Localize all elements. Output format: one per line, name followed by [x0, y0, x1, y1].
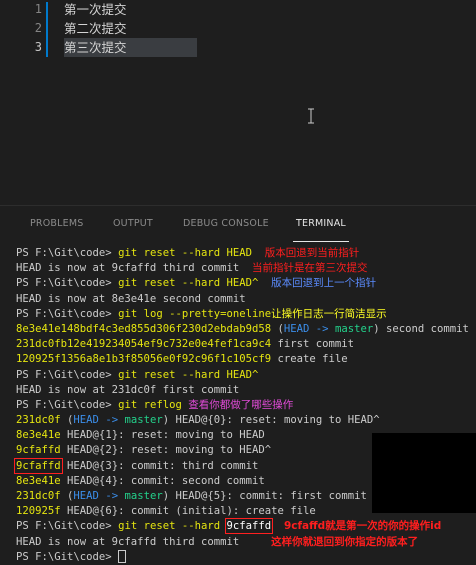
terminal-text: 120925f [16, 505, 61, 518]
terminal-text: -> [105, 490, 119, 502]
terminal-text: git reset --hard HEAD [118, 247, 252, 259]
terminal-line: 8e3e41e148bdf4c3ed855d306f230d2ebdab9d58… [16, 322, 469, 335]
redaction-block [372, 433, 476, 513]
terminal-text: HEAD is now at 9cfaffd third commit [16, 262, 240, 275]
terminal-text: HEAD@{5}: commit: first commit [175, 490, 367, 502]
terminal-text: git reset --hard [118, 520, 221, 533]
terminal-line: 231dc0fb12e419234054ef9c732e0e4fef1ca9c4… [16, 337, 476, 352]
code-line[interactable]: 第一次提交 [64, 0, 127, 19]
terminal-text: PS F:\Git\code> [16, 247, 112, 259]
code-line-selected[interactable]: 第三次提交 [64, 38, 197, 57]
terminal[interactable]: PS F:\Git\code> git reset --hard HEAD 版本… [14, 246, 476, 565]
terminal-text: HEAD@{1}: reset: moving to HEAD [67, 429, 265, 442]
terminal-line: PS F:\Git\code> git reset --hard HEAD^ [16, 368, 476, 383]
highlighted-hash: 9cfaffd [14, 457, 63, 474]
terminal-cursor [118, 550, 127, 564]
terminal-text: HEAD [73, 414, 99, 427]
terminal-text: PS F:\Git\code> [16, 277, 112, 290]
terminal-text: 231dc0f [16, 490, 61, 502]
terminal-text: PS F:\Git\code> [16, 307, 112, 320]
terminal-text: git reset --hard HEAD^ [118, 368, 259, 381]
terminal-text: PS F:\Git\code> [16, 550, 112, 563]
terminal-text: 231dc0f [16, 414, 61, 427]
terminal-text: master [124, 490, 163, 502]
terminal-text: second commit [386, 322, 469, 335]
terminal-line: HEAD is now at 9cfaffd third commit 这样你就… [16, 535, 476, 550]
terminal-text: 120925f1356a8e1b3f85056e0f92c96f1c105cf9 [16, 353, 272, 366]
annotation: 查看你都做了哪些操作 [188, 398, 294, 411]
line-number: 1 [34, 2, 42, 16]
terminal-text: HEAD@{4}: commit: second commit [67, 474, 265, 487]
terminal-text: git reset --hard HEAD^ [118, 277, 259, 290]
terminal-text: HEAD is now at 9cfaffd third commit [16, 535, 240, 548]
panel-tabs: PROBLEMS OUTPUT DEBUG CONSOLE TERMINAL [0, 214, 476, 242]
terminal-text: HEAD is now at 8e3e41e second commit [16, 292, 246, 305]
terminal-text: 231dc0fb12e419234054ef9c732e0e4fef1ca9c4 [16, 338, 272, 351]
terminal-text: HEAD@{2}: reset: moving to HEAD^ [67, 444, 272, 457]
terminal-text: HEAD [73, 490, 99, 502]
tab-debug-console[interactable]: DEBUG CONSOLE [183, 218, 269, 229]
terminal-line: PS F:\Git\code> git log --pretty=oneline… [16, 307, 476, 322]
terminal-text: HEAD@{6}: commit (initial): create file [67, 505, 316, 518]
terminal-line: PS F:\Git\code> git reset --hard HEAD 版本… [16, 246, 476, 261]
tab-output[interactable]: OUTPUT [113, 218, 153, 229]
terminal-text: 8e3e41e [16, 474, 61, 487]
terminal-text: HEAD [283, 322, 310, 335]
terminal-text: 9cfaffd [16, 444, 61, 457]
active-tab-indicator [293, 241, 349, 242]
terminal-text: -> [315, 322, 329, 335]
code-editor[interactable]: 1 2 3 第一次提交 第二次提交 第三次提交 [0, 0, 476, 205]
annotation: 版本回退到当前指针 [264, 247, 360, 259]
tab-terminal[interactable]: TERMINAL [296, 218, 346, 229]
terminal-line: 120925f1356a8e1b3f85056e0f92c96f1c105cf9… [16, 352, 476, 367]
change-gutter-bar [46, 2, 48, 57]
terminal-text: HEAD is now at 231dc0f first commit [16, 383, 240, 396]
annotation: 版本回退到上一个指针 [271, 277, 377, 290]
terminal-text: HEAD@{0}: reset: moving to HEAD^ [175, 414, 380, 427]
terminal-line: PS F:\Git\code> git reset --hard HEAD^ 版… [16, 276, 476, 291]
terminal-line: HEAD is now at 9cfaffd third commit 当前指针… [16, 261, 476, 276]
annotation: 这样你就退回到你指定的版本了 [271, 535, 419, 548]
highlighted-hash: 9cfaffd [224, 518, 274, 535]
terminal-text: git log --pretty=oneline [118, 307, 272, 320]
terminal-text: PS F:\Git\code> [16, 520, 112, 533]
annotation: 当前指针是在第三次提交 [252, 262, 368, 275]
code-line[interactable]: 第二次提交 [64, 19, 127, 38]
terminal-text: master [334, 322, 374, 335]
terminal-text: create file [277, 353, 348, 366]
line-number: 3 [34, 40, 42, 54]
line-number: 2 [34, 21, 42, 35]
terminal-line: HEAD is now at 8e3e41e second commit [16, 292, 476, 307]
terminal-text: 8e3e41e148bdf4c3ed855d306f230d2ebdab9d58 [16, 322, 272, 335]
terminal-text: HEAD@{3}: commit: third commit [67, 459, 259, 472]
annotation: 9cfaffd就是第一次的你的操作id [283, 520, 442, 533]
text-cursor-icon [308, 108, 314, 124]
terminal-text: first commit [277, 338, 355, 351]
terminal-text: PS F:\Git\code> [16, 368, 112, 381]
terminal-line: PS F:\Git\code> git reset --hard 9cfaffd… [16, 518, 476, 535]
terminal-text: -> [105, 414, 119, 427]
terminal-line: HEAD is now at 231dc0f first commit [16, 383, 476, 398]
tab-problems[interactable]: PROBLEMS [30, 218, 83, 229]
terminal-text: git reflog [118, 398, 182, 411]
reflog-line: 231dc0f (HEAD -> master) HEAD@{0}: reset… [16, 414, 380, 427]
terminal-line: PS F:\Git\code> git reflog 查看你都做了哪些操作 [16, 398, 476, 413]
terminal-text: PS F:\Git\code> [16, 398, 112, 411]
terminal-text: master [124, 414, 163, 427]
terminal-line: PS F:\Git\code> [16, 550, 476, 565]
terminal-text: 8e3e41e [16, 429, 61, 442]
annotation: 让操作日志一行简洁显示 [271, 307, 387, 320]
